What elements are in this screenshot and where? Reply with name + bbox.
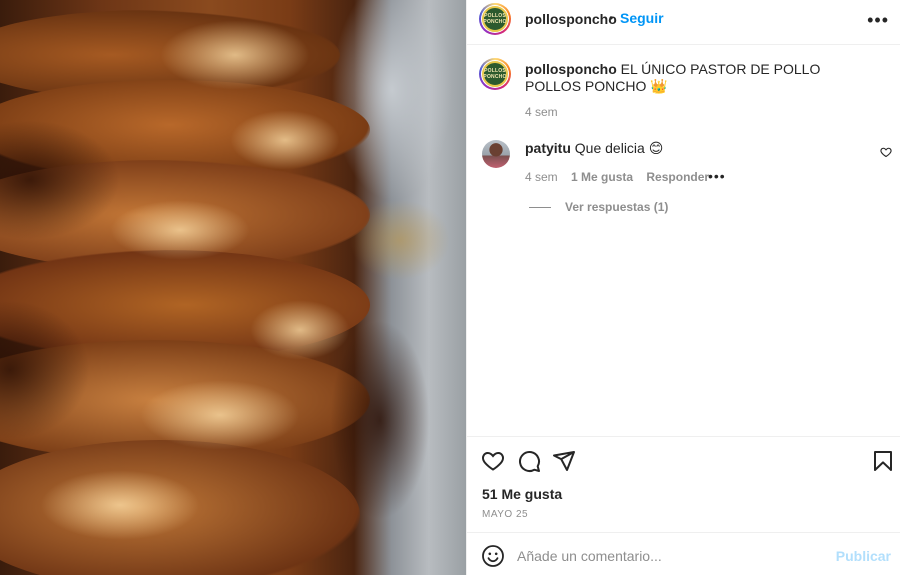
post-side-panel: POLLOS PONCHO pollosponcho • Seguir ••• P… xyxy=(466,0,900,575)
post-actions: 51 Me gusta MAYO 25 xyxy=(467,436,900,532)
reply-button[interactable]: Responder xyxy=(646,170,709,184)
comment-body: Que delicia 😊 xyxy=(574,140,664,156)
profile-avatar[interactable]: POLLOS PONCHO xyxy=(479,3,511,35)
view-replies-label: Ver respuestas (1) xyxy=(565,200,669,214)
share-paper-plane-icon[interactable] xyxy=(552,449,576,473)
replies-divider xyxy=(529,206,551,208)
highlight xyxy=(110,200,250,260)
emoji-icon[interactable] xyxy=(481,544,505,568)
likes-count[interactable]: 51 Me gusta xyxy=(482,486,562,502)
shadow xyxy=(330,320,430,520)
highlight xyxy=(40,470,200,540)
caption-avatar[interactable]: POLLOS PONCHO xyxy=(479,58,511,90)
comment-likes-count[interactable]: 1 Me gusta xyxy=(571,170,633,184)
comment-meta: 4 sem 1 Me gusta Responder xyxy=(525,170,719,184)
like-heart-icon[interactable] xyxy=(481,449,505,473)
header-username[interactable]: pollosponcho xyxy=(525,11,617,27)
separator-dot: • xyxy=(609,11,614,25)
comment-input[interactable] xyxy=(517,544,817,568)
caption-text: pollosponcho EL ÚNICO PASTOR DE POLLO PO… xyxy=(525,61,845,95)
highlight xyxy=(230,110,340,170)
caption-timestamp[interactable]: 4 sem xyxy=(525,105,558,119)
commenter-username[interactable]: patyitu xyxy=(525,140,571,156)
post-image[interactable] xyxy=(0,0,466,575)
comment-more-options-icon[interactable]: ••• xyxy=(708,168,726,184)
more-options-icon[interactable]: ••• xyxy=(867,10,889,31)
follow-button[interactable]: Seguir xyxy=(620,10,664,26)
commenter-avatar[interactable] xyxy=(482,140,510,168)
view-replies-button[interactable]: Ver respuestas (1) xyxy=(529,200,668,214)
post-header: POLLOS PONCHO pollosponcho • Seguir ••• xyxy=(467,0,900,45)
publish-button[interactable]: Publicar xyxy=(836,548,891,564)
highlight xyxy=(250,300,350,360)
comment-like-heart-icon[interactable] xyxy=(880,146,892,158)
post-date[interactable]: MAYO 25 xyxy=(482,509,528,520)
highlight xyxy=(160,20,310,90)
highlight xyxy=(140,380,300,450)
brand-logo: POLLOS PONCHO xyxy=(482,6,508,32)
comment-timestamp[interactable]: 4 sem xyxy=(525,170,558,184)
brand-logo: POLLOS PONCHO xyxy=(482,61,508,87)
save-bookmark-icon[interactable] xyxy=(871,449,895,473)
comment-text: patyitu Que delicia 😊 xyxy=(525,140,663,157)
caption-username[interactable]: pollosponcho xyxy=(525,61,617,77)
comment-bubble-icon[interactable] xyxy=(517,449,541,473)
add-comment-bar: Publicar xyxy=(467,532,900,575)
